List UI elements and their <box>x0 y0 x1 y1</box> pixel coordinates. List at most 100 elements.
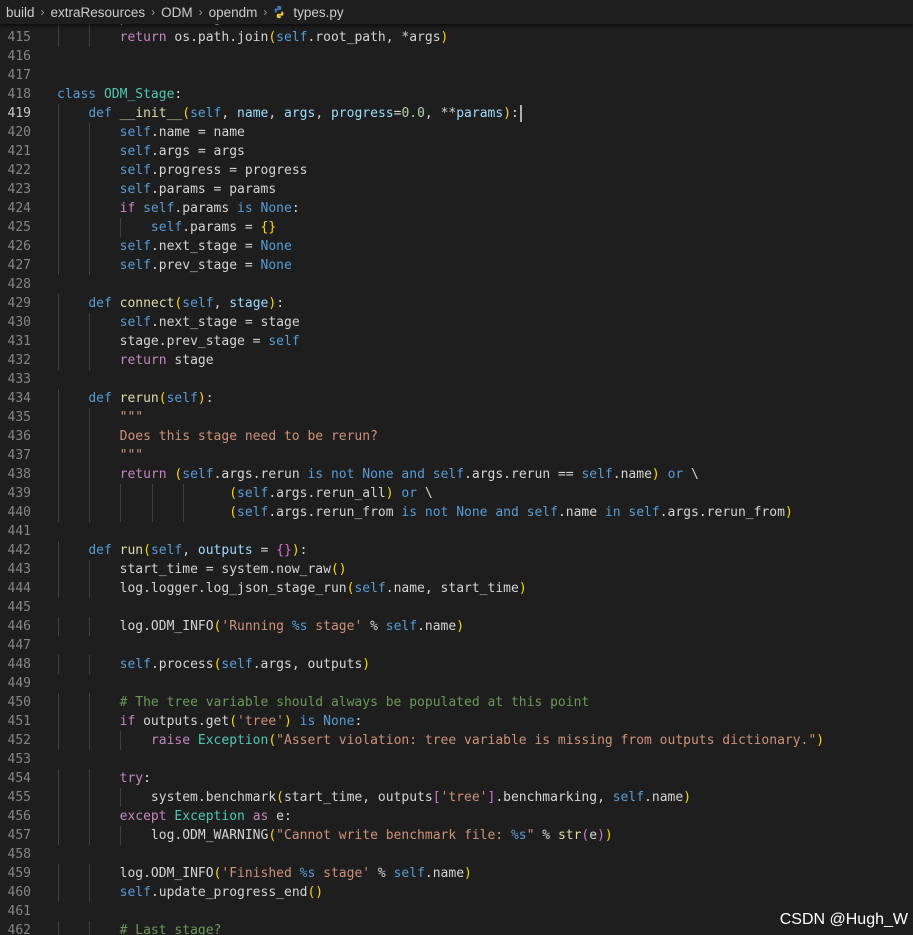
code-line[interactable]: 443 start_time = system.now_raw() <box>0 560 913 579</box>
code-token: None <box>323 714 355 729</box>
code-line[interactable]: 430 self.next_stage = stage <box>0 313 913 332</box>
line-number: 451 <box>7 714 31 729</box>
code-token: log.logger.log_json_stage_run <box>119 581 347 596</box>
code-line[interactable]: 437 """ <box>0 446 913 465</box>
code-token: .name <box>644 790 684 805</box>
line-number: 434 <box>7 391 31 406</box>
code-line[interactable]: 442 def run(self, outputs = {}): <box>0 541 913 560</box>
code-line[interactable]: 435 """ <box>0 408 913 427</box>
code-line[interactable]: 426 self.next_stage = None <box>0 237 913 256</box>
code-token: connect <box>119 296 175 311</box>
code-line[interactable]: 431 stage.prev_stage = self <box>0 332 913 351</box>
code-token: .progress = progress <box>150 163 308 178</box>
code-line[interactable]: 439 (self.args.rerun_all) or \ <box>0 484 913 503</box>
code-line[interactable]: 424 if self.params is None: <box>0 199 913 218</box>
code-line[interactable]: 419 def __init__(self, name, args, progr… <box>0 104 913 123</box>
code-line[interactable]: 429 def connect(self, stage): <box>0 294 913 313</box>
breadcrumb: build › extraResources › ODM › opendm › … <box>0 0 913 24</box>
line-number: 455 <box>7 790 31 805</box>
code-line[interactable]: 428 <box>0 275 913 294</box>
code-line[interactable]: 454 try: <box>0 769 913 788</box>
code-line[interactable]: 453 <box>0 750 913 769</box>
code-token: : <box>205 391 214 406</box>
code-token: ) <box>362 657 371 672</box>
code-line[interactable]: 459 log.ODM_INFO('Finished %s stage' % s… <box>0 864 913 883</box>
code-line[interactable]: 462 # Last stage? <box>0 921 913 935</box>
code-line[interactable]: 436 Does this stage need to be rerun? <box>0 427 913 446</box>
code-line[interactable]: 438 return (self.args.rerun is not None … <box>0 465 913 484</box>
code-line[interactable]: 432 return stage <box>0 351 913 370</box>
code-line[interactable]: 440 (self.args.rerun_from is not None an… <box>0 503 913 522</box>
code-line[interactable]: 460 self.update_progress_end() <box>0 883 913 902</box>
code-token: : <box>511 106 519 121</box>
code-text: """ <box>57 446 143 465</box>
line-number: 427 <box>7 258 31 273</box>
code-line[interactable]: 423 self.params = params <box>0 180 913 199</box>
code-line[interactable]: 458 <box>0 845 913 864</box>
code-token: %s <box>299 866 316 881</box>
line-number: 457 <box>7 828 31 843</box>
code-token: ) <box>197 391 206 406</box>
code-line[interactable]: 422 self.progress = progress <box>0 161 913 180</box>
code-token: is not <box>307 467 355 482</box>
code-line[interactable]: 449 <box>0 674 913 693</box>
line-number: 442 <box>7 543 31 558</box>
code-token: .next_stage = stage <box>150 315 300 330</box>
code-line[interactable]: 456 except Exception as e: <box>0 807 913 826</box>
code-line[interactable]: 427 self.prev_stage = None <box>0 256 913 275</box>
code-line[interactable]: 433 <box>0 370 913 389</box>
code-line[interactable]: 461 <box>0 902 913 921</box>
code-line[interactable]: 434 def rerun(self): <box>0 389 913 408</box>
code-line[interactable]: 417 <box>0 66 913 85</box>
code-text: return (self.args.rerun is not None and … <box>57 465 699 484</box>
code-token: Does this stage need to be rerun? <box>119 429 378 444</box>
code-line[interactable]: 415 return os.path.join(self.root_path, … <box>0 28 913 47</box>
code-line[interactable]: 455 system.benchmark(start_time, outputs… <box>0 788 913 807</box>
breadcrumb-item-opendm[interactable]: opendm <box>208 5 259 20</box>
code-line[interactable]: 447 <box>0 636 913 655</box>
code-line[interactable]: 451 if outputs.get('tree') is None: <box>0 712 913 731</box>
code-line[interactable]: 418 class ODM_Stage: <box>0 85 913 104</box>
code-token: None <box>260 239 292 254</box>
code-text: self.next_stage = stage <box>57 313 300 332</box>
code-line[interactable]: 448 self.process(self.args, outputs) <box>0 655 913 674</box>
chevron-right-icon: › <box>151 5 156 19</box>
code-token: , <box>213 296 230 311</box>
code-line[interactable]: 444 log.logger.log_json_stage_run(self.n… <box>0 579 913 598</box>
chevron-right-icon: › <box>198 5 203 19</box>
code-line[interactable]: 445 <box>0 598 913 617</box>
code-token: def <box>88 391 112 406</box>
text-cursor <box>520 105 522 122</box>
code-line[interactable]: 421 self.args = args <box>0 142 913 161</box>
code-editor[interactable]: 414 path(ODM) arg415 return os.path.join… <box>0 0 913 935</box>
line-number: 430 <box>7 315 31 330</box>
code-token: self <box>119 144 151 159</box>
code-token: self <box>119 125 151 140</box>
code-token: stage <box>229 296 269 311</box>
code-line[interactable]: 441 <box>0 522 913 541</box>
code-line[interactable]: 420 self.name = name <box>0 123 913 142</box>
code-token: self <box>612 790 645 805</box>
breadcrumb-item-extraresources[interactable]: extraResources <box>50 5 147 20</box>
code-line[interactable]: 452 raise Exception("Assert violation: t… <box>0 731 913 750</box>
code-token: : <box>276 296 285 311</box>
breadcrumb-item-odm[interactable]: ODM <box>160 5 194 20</box>
code-line[interactable]: 450 # The tree variable should always be… <box>0 693 913 712</box>
line-number: 431 <box>7 334 31 349</box>
code-line[interactable]: 446 log.ODM_INFO('Running %s stage' % se… <box>0 617 913 636</box>
breadcrumb-item-file[interactable]: types.py <box>292 5 344 20</box>
code-token: .name <box>417 619 457 634</box>
code-token: self <box>393 866 425 881</box>
code-token: 'Finished <box>221 866 300 881</box>
code-token: os.path.join <box>166 30 269 45</box>
code-line[interactable]: 457 log.ODM_WARNING("Cannot write benchm… <box>0 826 913 845</box>
code-text: log.logger.log_json_stage_run(self.name,… <box>57 579 527 598</box>
code-token: self <box>166 391 198 406</box>
breadcrumb-item-build[interactable]: build <box>5 5 36 20</box>
code-line[interactable]: 416 <box>0 47 913 66</box>
line-number: 456 <box>7 809 31 824</box>
code-line[interactable]: 425 self.params = {} <box>0 218 913 237</box>
